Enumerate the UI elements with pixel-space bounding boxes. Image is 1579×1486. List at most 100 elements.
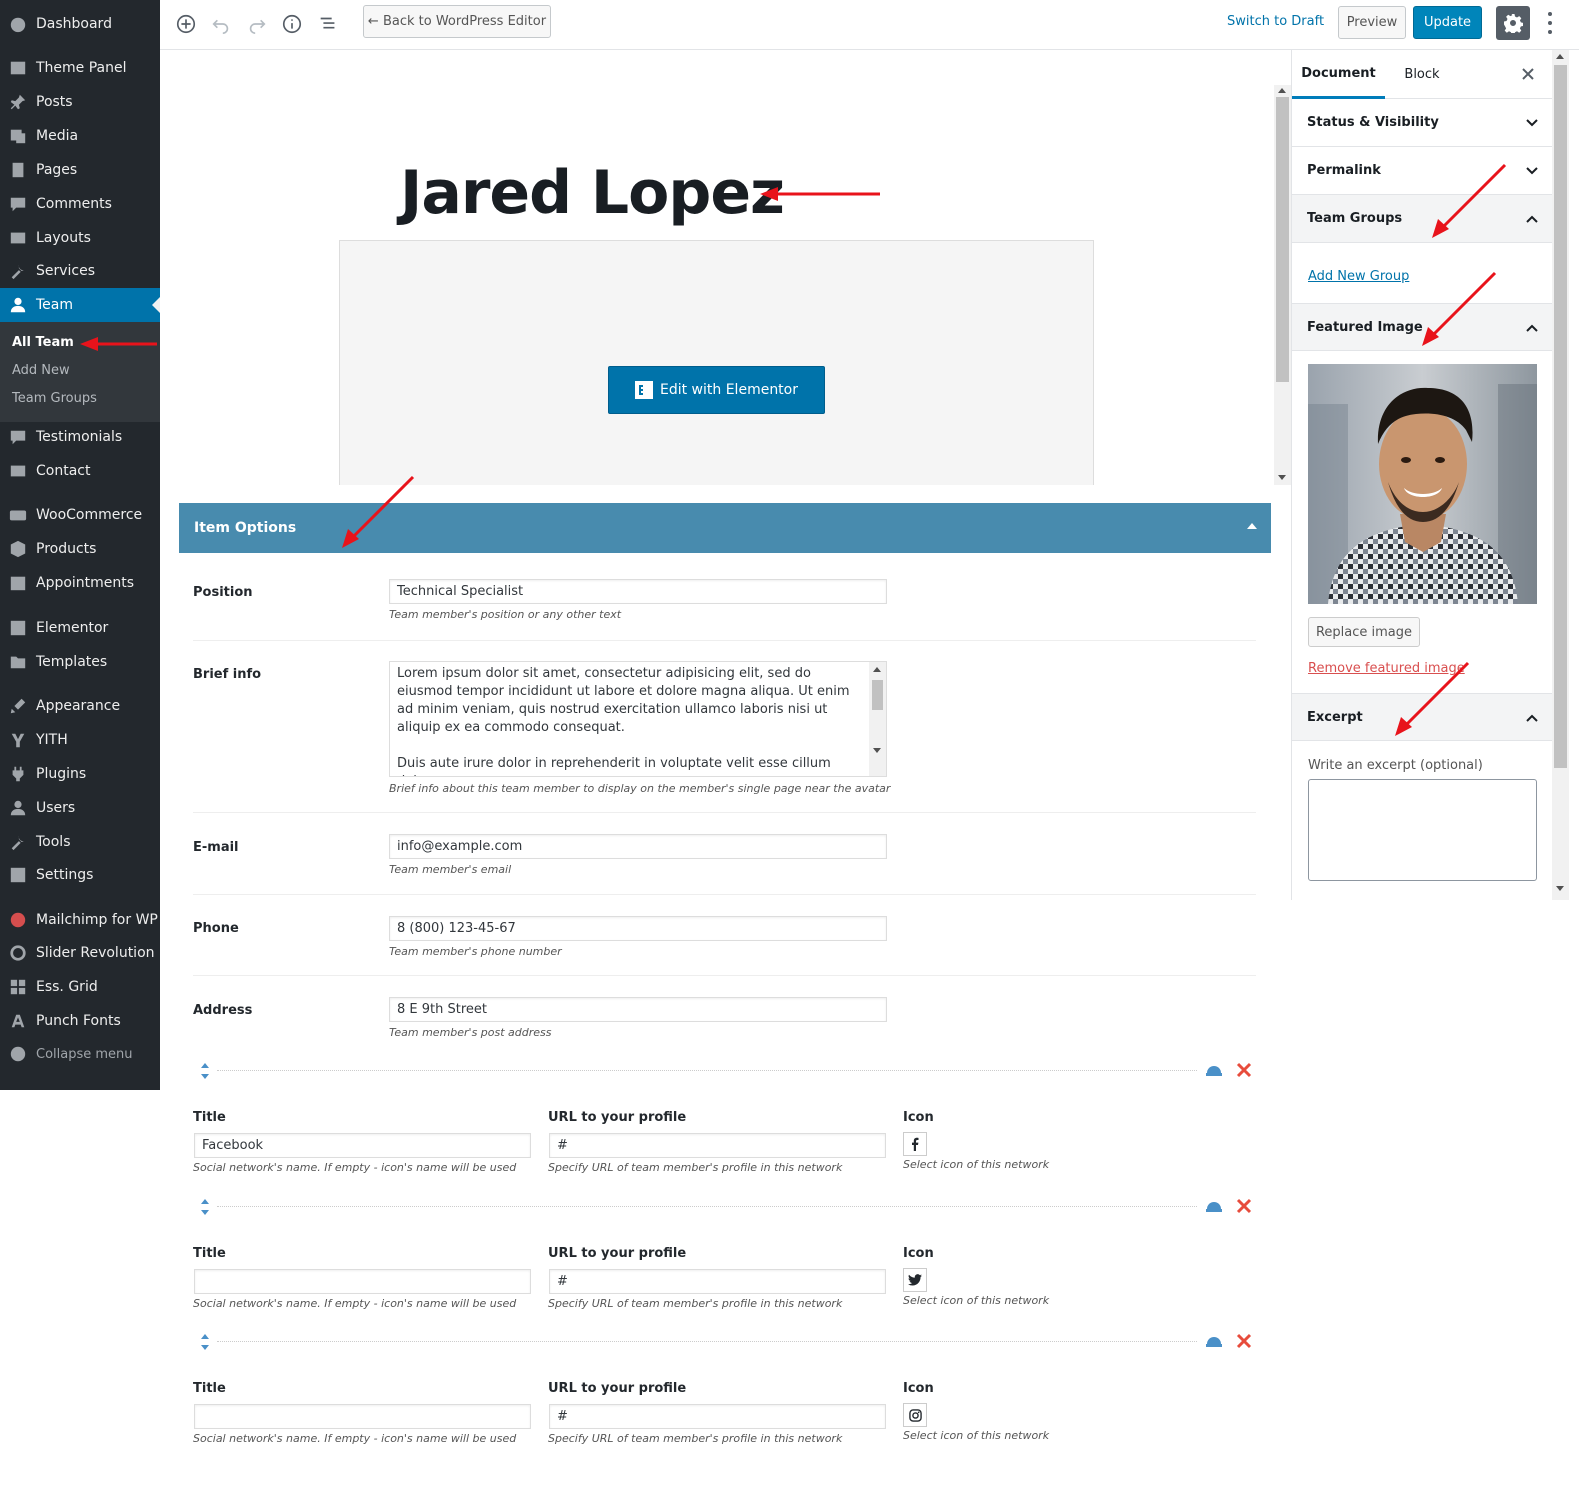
redo-icon[interactable] (245, 12, 269, 36)
menu-collapse[interactable]: Collapse menu (0, 1037, 160, 1071)
submenu-all-team[interactable]: All Team (12, 335, 74, 350)
team-groups-section[interactable]: Team Groups (1292, 195, 1552, 243)
menu-team[interactable]: Team (0, 288, 160, 322)
tab-document[interactable]: Document (1292, 50, 1385, 99)
address-input[interactable]: 8 E 9th Street (389, 997, 887, 1022)
section-title: Status & Visibility (1307, 115, 1439, 130)
instagram-icon (908, 1408, 922, 1422)
menu-label: Elementor (36, 620, 109, 636)
permalink-section[interactable]: Permalink (1292, 147, 1552, 195)
featured-image-section[interactable]: Featured Image (1292, 303, 1552, 351)
menu-appointments[interactable]: Appointments (0, 566, 160, 600)
menu-elementor[interactable]: Elementor (0, 611, 160, 645)
featured-image[interactable] (1308, 364, 1537, 604)
excerpt-textarea[interactable] (1308, 779, 1537, 881)
menu-slider-revolution[interactable]: Slider Revolution (0, 936, 160, 970)
duplicate-icon[interactable] (1205, 1334, 1223, 1348)
update-button[interactable]: Update (1413, 6, 1482, 39)
social-icon-picker[interactable] (903, 1268, 927, 1292)
menu-posts[interactable]: Posts (0, 85, 160, 119)
close-icon[interactable] (1520, 66, 1536, 82)
menu-appearance[interactable]: Appearance (0, 689, 160, 723)
menu-comments[interactable]: Comments (0, 187, 160, 221)
duplicate-icon[interactable] (1205, 1063, 1223, 1077)
settings-gear-button[interactable] (1496, 6, 1530, 40)
menu-mailchimp[interactable]: Mailchimp for WP (0, 903, 160, 937)
collapse-icon (0, 1045, 36, 1063)
post-title[interactable]: Jared Lopez (400, 158, 785, 228)
sort-arrows-icon[interactable] (199, 1333, 211, 1351)
menu-label: Team (36, 297, 74, 313)
menu-products[interactable]: Products (0, 532, 160, 566)
sort-arrows-icon[interactable] (199, 1062, 211, 1080)
social-icon-picker[interactable] (903, 1403, 927, 1427)
submenu-add-new[interactable]: Add New (12, 363, 70, 378)
social-title-input[interactable] (194, 1404, 531, 1429)
remove-featured-image-link[interactable]: Remove featured image (1308, 661, 1465, 676)
menu-label: Mailchimp for WP (36, 912, 158, 928)
duplicate-icon[interactable] (1205, 1199, 1223, 1213)
menu-punch-fonts[interactable]: Punch Fonts (0, 1004, 160, 1038)
outline-icon[interactable] (316, 12, 340, 36)
social-url-input[interactable]: # (549, 1269, 886, 1294)
menu-dashboard[interactable]: Dashboard (0, 7, 160, 41)
menu-label: Theme Panel (36, 60, 127, 76)
menu-ess-grid[interactable]: Ess. Grid (0, 970, 160, 1004)
social-title-input[interactable] (194, 1269, 531, 1294)
textarea-scrollbar[interactable] (869, 662, 886, 776)
menu-services[interactable]: Services (0, 254, 160, 288)
excerpt-section[interactable]: Excerpt (1292, 693, 1552, 741)
switch-to-draft-link[interactable]: Switch to Draft (1227, 14, 1324, 29)
menu-plugins[interactable]: Plugins (0, 757, 160, 791)
email-input[interactable]: info@example.com (389, 834, 887, 859)
menu-label: Comments (36, 196, 112, 212)
info-icon[interactable] (280, 12, 304, 36)
preview-button[interactable]: Preview (1338, 6, 1406, 39)
menu-contact[interactable]: Contact (0, 454, 160, 488)
submenu-team-groups[interactable]: Team Groups (12, 391, 97, 406)
chevron-down-icon (1526, 167, 1538, 175)
menu-pages[interactable]: Pages (0, 153, 160, 187)
menu-theme-panel[interactable]: Theme Panel (0, 51, 160, 85)
social-title-input[interactable]: Facebook (194, 1133, 531, 1158)
menu-templates[interactable]: Templates (0, 645, 160, 679)
brief-info-textarea[interactable]: Lorem ipsum dolor sit amet, consectetur … (389, 661, 887, 777)
menu-woocommerce[interactable]: WooCommerce (0, 498, 160, 532)
more-menu-icon[interactable] (1544, 10, 1556, 36)
delete-x-icon[interactable] (1236, 1062, 1252, 1078)
menu-layouts[interactable]: Layouts (0, 221, 160, 255)
social-icon-picker[interactable] (903, 1132, 927, 1156)
elementor-placeholder: Edit with Elementor (339, 240, 1094, 485)
editor-scrollbar[interactable] (1274, 85, 1291, 485)
menu-settings[interactable]: Settings (0, 858, 160, 892)
panel-scrollbar[interactable] (1552, 50, 1569, 900)
collapse-arrow-icon[interactable] (1247, 523, 1257, 529)
delete-x-icon[interactable] (1236, 1198, 1252, 1214)
brief-info-label: Brief info (193, 667, 262, 682)
social-url-input[interactable]: # (549, 1404, 886, 1429)
delete-x-icon[interactable] (1236, 1333, 1252, 1349)
menu-tools[interactable]: Tools (0, 825, 160, 859)
menu-label: Ess. Grid (36, 979, 98, 995)
twitter-icon (908, 1274, 922, 1286)
position-input[interactable]: Technical Specialist (389, 579, 887, 604)
social-url-input[interactable]: # (549, 1133, 886, 1158)
add-block-icon[interactable] (174, 12, 198, 36)
sort-arrows-icon[interactable] (199, 1198, 211, 1216)
brief-info-paragraph-1: Lorem ipsum dolor sit amet, consectetur … (397, 666, 850, 735)
grid-icon (0, 978, 36, 996)
menu-testimonials[interactable]: Testimonials (0, 420, 160, 454)
menu-yith[interactable]: YITH (0, 723, 160, 757)
undo-icon[interactable] (209, 12, 233, 36)
tab-block[interactable]: Block (1392, 50, 1452, 99)
menu-label: Collapse menu (36, 1046, 133, 1062)
menu-users[interactable]: Users (0, 791, 160, 825)
back-to-wordpress-editor-button[interactable]: ← Back to WordPress Editor (363, 5, 551, 38)
edit-with-elementor-button[interactable]: Edit with Elementor (608, 366, 825, 414)
phone-input[interactable]: 8 (800) 123-45-67 (389, 916, 887, 941)
menu-media[interactable]: Media (0, 119, 160, 153)
add-new-group-link[interactable]: Add New Group (1308, 269, 1409, 284)
replace-image-button[interactable]: Replace image (1308, 617, 1420, 647)
status-visibility-section[interactable]: Status & Visibility (1292, 99, 1552, 147)
item-options-header[interactable]: Item Options (179, 503, 1271, 553)
